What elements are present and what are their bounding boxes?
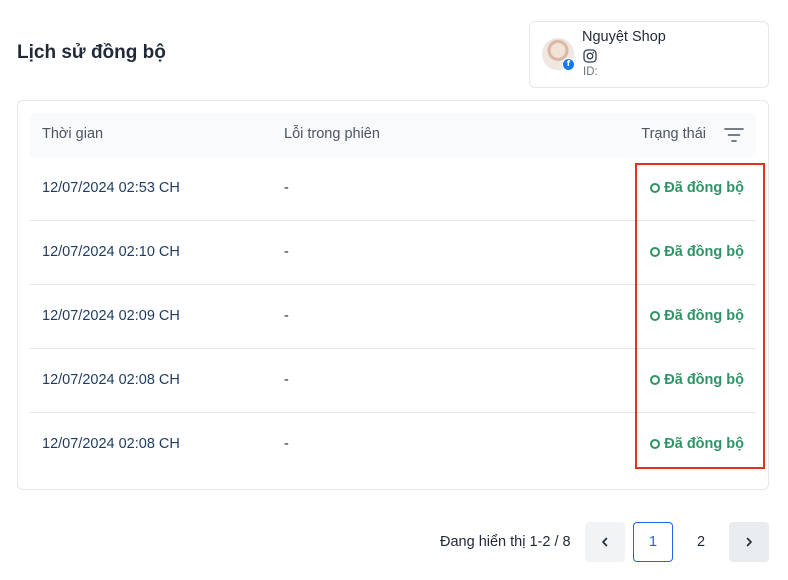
chevron-left-icon: [602, 537, 608, 547]
cell-error: -: [284, 180, 289, 196]
cell-time: 12/07/2024 02:10 CH: [42, 244, 180, 260]
pagination-page-2[interactable]: 2: [681, 522, 721, 562]
table-header: Thời gian Lỗi trong phiên Trạng thái: [30, 113, 756, 157]
cell-time: 12/07/2024 02:09 CH: [42, 308, 180, 324]
chevron-right-icon: [746, 537, 752, 547]
pagination-page-1[interactable]: 1: [633, 522, 673, 562]
shop-account-card[interactable]: f Nguyệt Shop ID:: [529, 21, 769, 88]
page-title: Lịch sử đồng bộ: [17, 42, 166, 63]
shop-name: Nguyệt Shop: [582, 29, 666, 45]
column-header-status: Trạng thái: [641, 126, 706, 142]
filter-icon[interactable]: [724, 127, 744, 143]
facebook-icon: f: [562, 58, 575, 71]
pagination-next-button[interactable]: [729, 522, 769, 562]
cell-error: -: [284, 372, 289, 388]
instagram-icon: [583, 49, 597, 63]
cell-error: -: [284, 308, 289, 324]
pagination-prev-button[interactable]: [585, 522, 625, 562]
cell-error: -: [284, 436, 289, 452]
pagination-info: Đang hiển thị 1-2 / 8: [440, 534, 571, 550]
cell-time: 12/07/2024 02:08 CH: [42, 372, 180, 388]
shop-id: ID:: [583, 66, 598, 78]
column-header-time: Thời gian: [42, 126, 104, 142]
cell-error: -: [284, 244, 289, 260]
column-header-error: Lỗi trong phiên: [284, 126, 380, 142]
cell-time: 12/07/2024 02:08 CH: [42, 436, 180, 452]
cell-time: 12/07/2024 02:53 CH: [42, 180, 180, 196]
status-column-highlight: [635, 163, 765, 469]
